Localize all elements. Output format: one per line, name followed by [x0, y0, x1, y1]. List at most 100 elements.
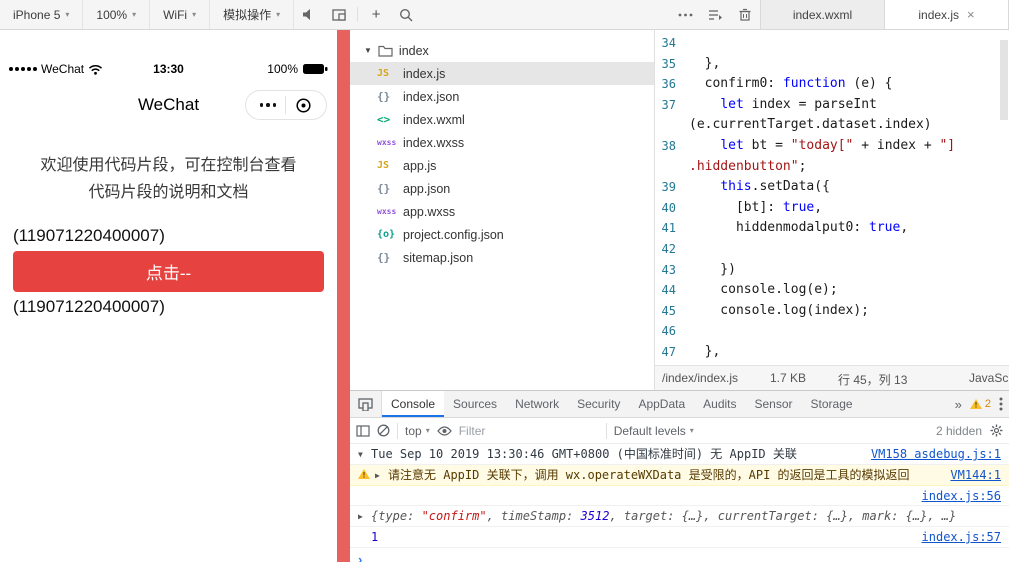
js-file-icon: JS [377, 68, 390, 79]
code-line[interactable]: 44 console.log(e); [655, 280, 1009, 301]
line-number: 43 [661, 262, 676, 277]
close-tab-icon[interactable]: × [967, 7, 975, 22]
code-line[interactable]: (e.currentTarget.dataset.index) [655, 115, 1009, 136]
source-link[interactable]: index.js:57 [922, 530, 1001, 544]
line-number: 38 [661, 138, 676, 153]
zoom-selector[interactable]: 100% ▾ [83, 0, 151, 29]
search-icon[interactable] [391, 0, 421, 29]
file-item-index.json[interactable]: {} index.json [350, 85, 654, 108]
detach-window-icon[interactable] [324, 0, 354, 29]
console-tab-appdata[interactable]: AppData [629, 391, 694, 417]
file-explorer: ▼ index JS index.js {} index.json <> index.wx… [350, 30, 655, 390]
tab-index-js[interactable]: index.js × [885, 0, 1009, 29]
code-line[interactable]: 43 }) [655, 260, 1009, 281]
code-line[interactable]: 42 [655, 239, 1009, 260]
chevron-down-icon: ▾ [276, 10, 281, 19]
close-miniprogram-icon[interactable] [286, 97, 321, 114]
file-item-app.json[interactable]: {} app.json [350, 177, 654, 200]
console-tab-security[interactable]: Security [568, 391, 629, 417]
clear-console-icon[interactable] [377, 424, 390, 437]
console-tab-console[interactable]: Console [382, 391, 445, 417]
mute-icon[interactable] [294, 0, 324, 29]
console-tab-bar-tabs: Console Sources Network Security AppData Audi… [382, 391, 862, 417]
file-item-project.config.json[interactable]: {o} project.config.json [350, 223, 654, 246]
file-item-app.wxss[interactable]: wxss app.wxss [350, 200, 654, 223]
more-icon[interactable] [670, 0, 700, 29]
console-tab-bar: Console Sources Network Security AppData Audi… [350, 391, 1009, 418]
welcome-line-1: 欢迎使用代码片段，可在控制台查看 [40, 157, 297, 174]
welcome-text: 欢迎使用代码片段，可在控制台查看 代码片段的说明和文档 [16, 152, 321, 206]
expand-arrow-icon[interactable]: ▶ [375, 468, 388, 480]
source-link[interactable]: VM158 asdebug.js:1 [871, 447, 1001, 461]
code-line[interactable]: 46 [655, 321, 1009, 342]
more-menu-icon[interactable] [251, 103, 286, 107]
simulate-actions-label: 模拟操作 [223, 8, 272, 22]
console-prompt-row[interactable]: › [350, 548, 1009, 562]
file-item-index.wxss[interactable]: wxss index.wxss [350, 131, 654, 154]
code-text: [bt]: true, [689, 199, 823, 215]
value-text-top: (119071220400007) [13, 226, 165, 245]
code-line[interactable]: 41 hiddenmodalput0: true, [655, 218, 1009, 239]
add-icon[interactable]: + [361, 0, 391, 29]
clear-cache-icon[interactable] [730, 0, 760, 29]
code-line[interactable]: 35 }, [655, 54, 1009, 75]
line-number: 47 [661, 344, 676, 359]
settings-gear-icon[interactable] [990, 424, 1003, 437]
code-text: console.log(e); [689, 282, 838, 298]
code-line[interactable]: 45 console.log(index); [655, 301, 1009, 322]
file-item-sitemap.json[interactable]: {} sitemap.json [350, 246, 654, 269]
console-tab-sources[interactable]: Sources [444, 391, 506, 417]
more-tabs-icon[interactable]: » [955, 397, 962, 412]
file-item-app.js[interactable]: JS app.js [350, 154, 654, 177]
code-line[interactable]: 40 [bt]: true, [655, 198, 1009, 219]
inspect-device-icon[interactable] [350, 391, 382, 417]
language-mode[interactable]: JavaScript [969, 371, 1009, 385]
code-line[interactable]: 37 let index = parseInt [655, 95, 1009, 116]
code-line[interactable]: 47 }, [655, 342, 1009, 363]
expand-arrow-icon[interactable]: ▼ [358, 447, 371, 459]
folder-index[interactable]: ▼ index [350, 39, 654, 62]
file-item-index.js[interactable]: JS index.js [350, 62, 654, 85]
console-toolbar: top ▾ Default levels ▾ 2 hidden [350, 418, 1009, 444]
caret-down-icon[interactable]: ▼ [364, 46, 372, 55]
phone-status-bar: WeChat 13:30 100% [0, 60, 337, 78]
editor-scrollbar[interactable] [1000, 30, 1008, 365]
compile-config-icon[interactable] [700, 0, 730, 29]
context-selector[interactable]: top ▾ [405, 424, 430, 438]
source-link[interactable]: index.js:56 [922, 489, 1001, 503]
code-line[interactable]: 39 this.setData({ [655, 177, 1009, 198]
eye-icon[interactable] [436, 425, 452, 436]
code-text: }) [689, 261, 736, 277]
source-link[interactable]: VM144:1 [950, 468, 1001, 482]
line-number: 41 [661, 221, 676, 236]
filter-input[interactable] [458, 423, 599, 438]
console-tab-audits[interactable]: Audits [694, 391, 745, 417]
line-number: 34 [661, 36, 676, 50]
code-line[interactable]: 38 let bt = "today[" + index + "] [655, 136, 1009, 157]
code-text: this.setData({ [720, 179, 830, 195]
console-sidebar-icon[interactable] [356, 424, 370, 437]
chevron-down-icon: ▾ [132, 10, 137, 19]
kebab-menu-icon[interactable] [999, 397, 1003, 411]
console-tab-network[interactable]: Network [506, 391, 568, 417]
console-tab-sensor[interactable]: Sensor [746, 391, 802, 417]
expand-arrow-icon[interactable]: ▶ [358, 509, 371, 521]
toolbar-divider [397, 422, 398, 439]
value-text-bottom: (119071220400007) [13, 297, 165, 316]
tab-index-wxml[interactable]: index.wxml [761, 0, 885, 29]
device-selector[interactable]: iPhone 5 ▾ [0, 0, 84, 29]
line-number [655, 115, 689, 136]
simulate-actions-selector[interactable]: 模拟操作 ▾ [210, 0, 295, 29]
arrow-spacer [358, 489, 371, 492]
warning-count-badge[interactable]: 2 [969, 398, 991, 410]
code-line[interactable]: .hiddenbutton"; [655, 157, 1009, 178]
code-line[interactable]: 36 confirm0: function (e) { [655, 74, 1009, 95]
tap-button[interactable]: 点击-- [13, 251, 324, 292]
log-levels-selector[interactable]: Default levels ▾ [614, 424, 694, 438]
console-tab-storage[interactable]: Storage [802, 391, 862, 417]
code-line[interactable]: 34 [655, 33, 1009, 54]
file-name: sitemap.json [403, 250, 474, 265]
network-selector[interactable]: WiFi ▾ [150, 0, 211, 29]
toolbar-divider [357, 7, 359, 22]
file-item-index.wxml[interactable]: <> index.wxml [350, 108, 654, 131]
